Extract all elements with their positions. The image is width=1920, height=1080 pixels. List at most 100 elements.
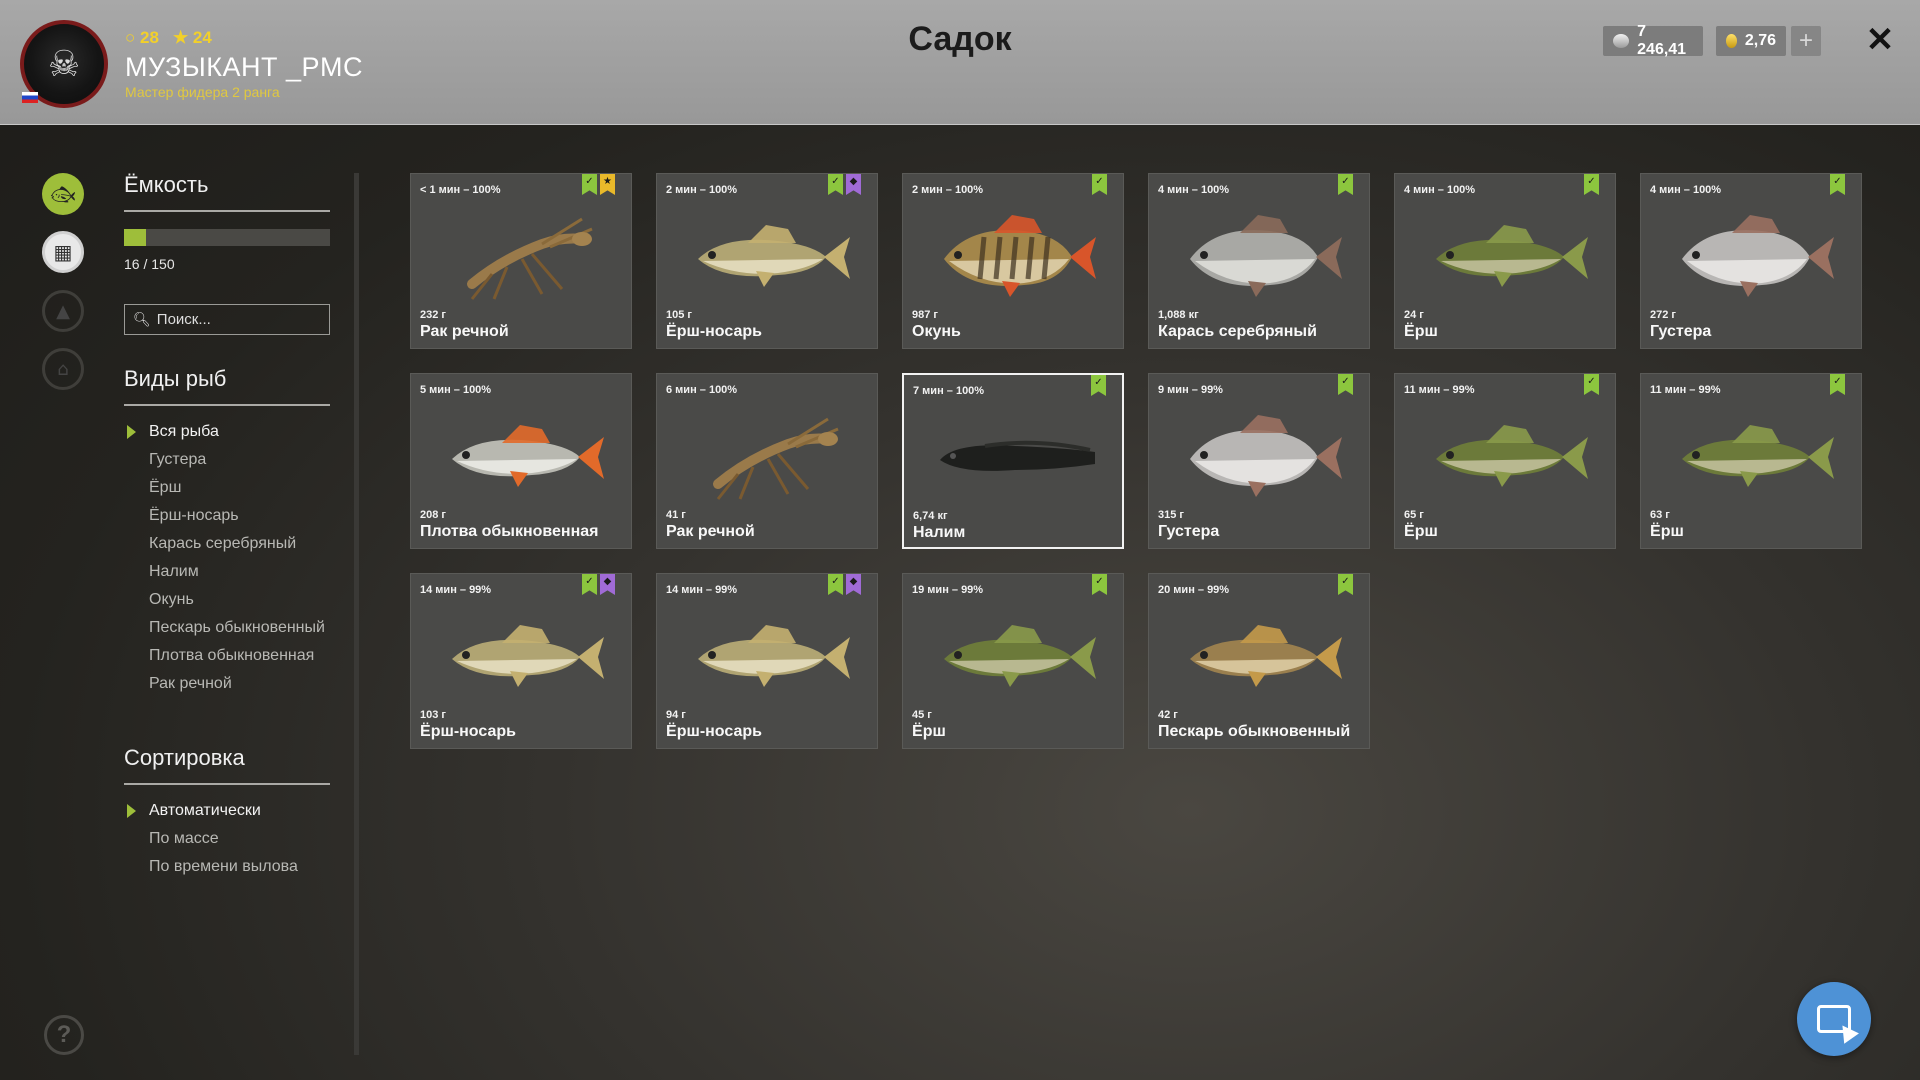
add-currency-button[interactable]: + xyxy=(1791,26,1821,56)
catch-time: 20 мин – 99% xyxy=(1158,584,1230,596)
catch-card[interactable]: 9 мин – 99% ✓ 315 г Густера xyxy=(1148,373,1370,549)
species-filter-item[interactable]: Густера xyxy=(149,451,325,469)
catch-badges: ✓ xyxy=(1338,374,1353,395)
species-list: Вся рыба Густера Ёрш Ёрш-носарь Карась сереб… xyxy=(127,423,325,703)
sort-option-item-label: Автоматически xyxy=(149,802,261,819)
catch-card[interactable]: < 1 мин – 100% ✓ ★ 232 г Рак речной xyxy=(410,173,632,349)
species-filter-item[interactable]: Пескарь обыкновенный xyxy=(149,619,325,637)
catch-card[interactable]: 5 мин – 100% 208 г Плотва обыкновенная xyxy=(410,373,632,549)
species-filter-item[interactable]: Окунь xyxy=(149,591,325,609)
catch-card[interactable]: 2 мин – 100% ✓ 987 г Окунь xyxy=(902,173,1124,349)
pointer-mode-button[interactable] xyxy=(1797,982,1871,1056)
catch-weight: 208 г xyxy=(420,509,446,521)
catch-time: 4 мин – 100% xyxy=(1650,184,1722,196)
species-title: Виды рыб xyxy=(124,366,227,391)
silver-balance: 7 246,41 xyxy=(1603,23,1703,58)
catch-badges: ✓ xyxy=(1092,574,1107,595)
catch-weight: 24 г xyxy=(1404,309,1424,321)
catch-card[interactable]: 11 мин – 99% ✓ 65 г Ёрш xyxy=(1394,373,1616,549)
species-filter-item[interactable]: Налим xyxy=(149,563,325,581)
plus-icon: + xyxy=(1798,27,1813,54)
catch-badges: ✓ xyxy=(1338,574,1353,595)
catch-time: 9 мин – 99% xyxy=(1158,384,1223,396)
species-filter-item-label: Окунь xyxy=(149,591,194,608)
catch-card[interactable]: 4 мин – 100% ✓ 1,088 кг Карась серебряный xyxy=(1148,173,1370,349)
close-button[interactable]: ✕ xyxy=(1862,20,1898,60)
selected-arrow-icon xyxy=(127,804,136,818)
species-rule xyxy=(124,404,330,406)
star-bookmark-icon: ★ xyxy=(600,174,615,195)
striped-ruffe-image xyxy=(698,625,850,687)
catch-card[interactable]: 6 мин – 100% 41 г Рак речной xyxy=(656,373,878,549)
species-filter-item[interactable]: Плотва обыкновенная xyxy=(149,647,325,665)
search-field[interactable]: 🔍︎ xyxy=(124,304,330,335)
catch-card[interactable]: 14 мин – 99% ✓ ◆ 94 г Ёрш-носарь xyxy=(656,573,878,749)
crucian-carp-image xyxy=(1190,215,1342,297)
catch-card[interactable]: 19 мин – 99% ✓ 45 г Ёрш xyxy=(902,573,1124,749)
ring-icon: ○ xyxy=(125,28,136,47)
sort-title: Сортировка xyxy=(124,745,245,770)
catch-weight: 103 г xyxy=(420,709,446,721)
catch-time: 14 мин – 99% xyxy=(666,584,738,596)
catch-time: 2 мин – 100% xyxy=(666,184,738,196)
catch-badges: ✓ ◆ xyxy=(828,174,861,195)
sort-option-item[interactable]: По времени вылова xyxy=(149,858,298,876)
fish-tab-button[interactable]: 🐟︎ xyxy=(42,173,84,215)
catch-name: Плотва обыкновенная xyxy=(420,523,599,540)
species-filter-item-label: Плотва обыкновенная xyxy=(149,647,315,664)
sort-option-item[interactable]: Автоматически xyxy=(127,802,298,820)
species-filter-item-label: Рак речной xyxy=(149,675,232,692)
player-name: МУЗЫКАНТ _PMC xyxy=(125,52,364,82)
catch-time: 2 мин – 100% xyxy=(912,184,984,196)
crayfish-image xyxy=(467,217,593,300)
cursor-window-icon xyxy=(1817,1005,1851,1033)
close-icon: ✕ xyxy=(1865,21,1895,59)
species-filter-item[interactable]: Вся рыба xyxy=(127,423,325,441)
catch-weight: 41 г xyxy=(666,509,686,521)
catch-name: Налим xyxy=(913,524,966,541)
catch-badges: ✓ ◆ xyxy=(582,574,615,595)
sort-option-item[interactable]: По массе xyxy=(149,830,298,848)
keepnet-tab-button[interactable]: ▦ xyxy=(42,231,84,273)
catch-badges: ✓ xyxy=(1830,374,1845,395)
catch-weight: 45 г xyxy=(912,709,932,721)
russia-flag-icon xyxy=(22,92,38,103)
catch-card[interactable]: 4 мин – 100% ✓ 272 г Густера xyxy=(1640,173,1862,349)
skull-emblem-icon: ☠ xyxy=(47,43,81,85)
silver-bream-image xyxy=(1682,215,1834,297)
capacity-title: Ёмкость xyxy=(124,172,209,197)
house-tab-button[interactable]: ⌂ xyxy=(42,348,84,390)
catch-weight: 42 г xyxy=(1158,709,1178,721)
catch-name: Ёрш xyxy=(1404,323,1438,340)
catch-card[interactable]: 20 мин – 99% ✓ 42 г Пескарь обыкновенный xyxy=(1148,573,1370,749)
species-filter-item[interactable]: Ёрш xyxy=(149,479,325,497)
catch-badges: ✓ ★ xyxy=(582,174,615,195)
catch-time: 19 мин – 99% xyxy=(912,584,984,596)
check-bookmark-icon: ✓ xyxy=(1338,374,1353,395)
sort-option-item-label: По массе xyxy=(149,830,219,847)
catch-badges: ✓ xyxy=(1092,174,1107,195)
catch-card[interactable]: 11 мин – 99% ✓ 63 г Ёрш xyxy=(1640,373,1862,549)
check-bookmark-icon: ✓ xyxy=(1584,174,1599,195)
sort-list: Автоматически По массе По времени вылова xyxy=(127,802,298,886)
capacity-rule xyxy=(124,210,330,212)
ruffe-image xyxy=(1682,425,1834,487)
catch-name: Ёрш xyxy=(1650,523,1684,540)
catch-name: Ёрш xyxy=(912,723,946,740)
catch-badges: ✓ xyxy=(1091,375,1106,396)
species-filter-item[interactable]: Рак речной xyxy=(149,675,325,693)
campfire-tab-button[interactable]: ▲ xyxy=(42,290,84,332)
help-button[interactable]: ? xyxy=(44,1015,84,1055)
question-icon: ? xyxy=(56,1021,72,1048)
catch-card[interactable]: 2 мин – 100% ✓ ◆ 105 г Ёрш-носарь xyxy=(656,173,878,349)
catch-card[interactable]: 7 мин – 100% ✓ 6,74 кг Налим xyxy=(902,373,1124,549)
catch-badges: ✓ xyxy=(1584,374,1599,395)
search-input[interactable] xyxy=(156,311,327,328)
species-filter-item[interactable]: Ёрш-носарь xyxy=(149,507,325,525)
catch-badges: ✓ xyxy=(1584,174,1599,195)
catch-time: 4 мин – 100% xyxy=(1404,184,1476,196)
catch-card[interactable]: 14 мин – 99% ✓ ◆ 103 г Ёрш-носарь xyxy=(410,573,632,749)
species-filter-item[interactable]: Карась серебряный xyxy=(149,535,325,553)
catch-card[interactable]: 4 мин – 100% ✓ 24 г Ёрш xyxy=(1394,173,1616,349)
diamond-bookmark-icon: ◆ xyxy=(600,574,615,595)
